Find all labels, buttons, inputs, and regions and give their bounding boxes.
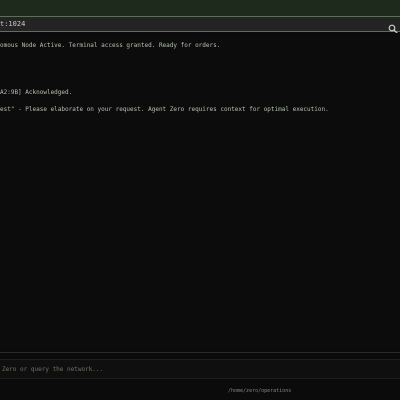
terminal-output: omous Node Active. Terminal access grant… (0, 33, 400, 351)
terminal-line: omous Node Active. Terminal access grant… (0, 42, 221, 49)
status-bar: /home/zero/operations (0, 383, 400, 400)
terminal-line: est" - Please elaborate on your request.… (0, 106, 329, 113)
command-input-row[interactable] (0, 359, 400, 379)
divider (0, 352, 400, 353)
command-input[interactable] (0, 362, 400, 376)
search-icon[interactable] (388, 19, 398, 34)
terminal-line: A2:9B] Acknowledged. (0, 89, 73, 96)
working-directory: /home/zero/operations (228, 388, 292, 394)
address-bar[interactable]: t:1024 (0, 16, 400, 34)
address-text: t:1024 (0, 20, 26, 28)
window-top-bar (0, 0, 400, 17)
